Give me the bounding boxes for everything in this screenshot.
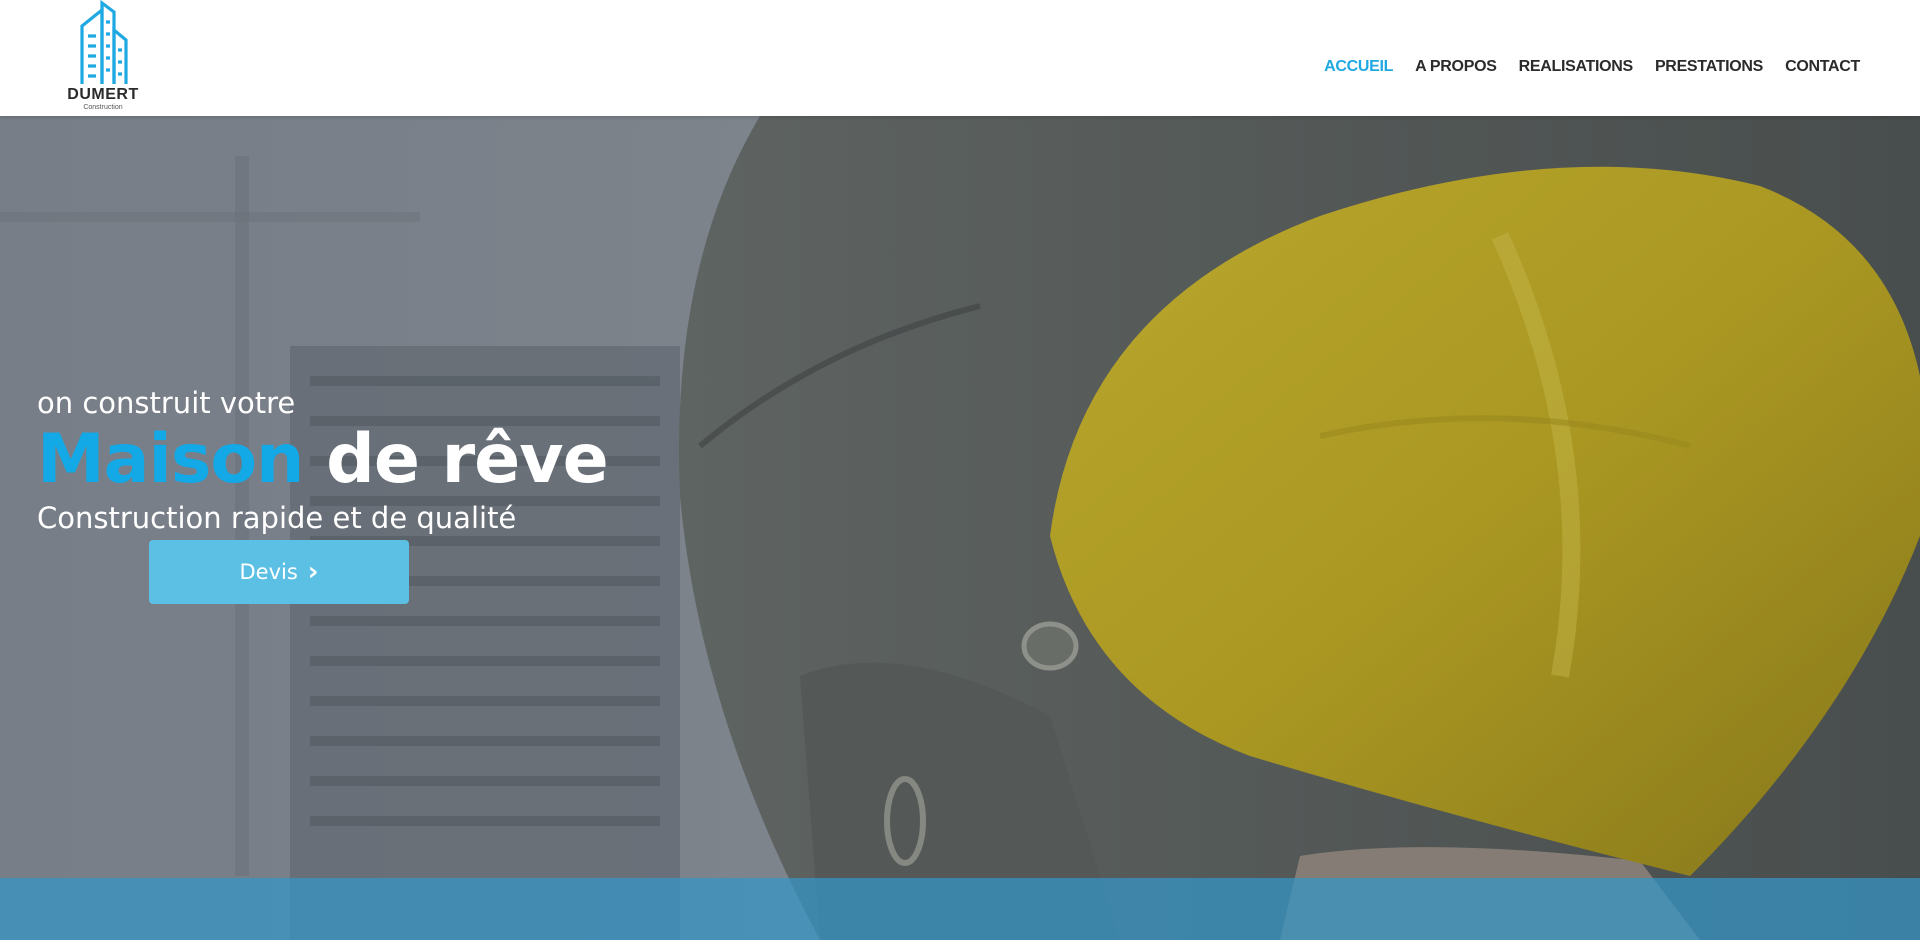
nav-item-prestations[interactable]: PRESTATIONS: [1655, 58, 1763, 76]
chevron-right-icon: ›: [307, 557, 319, 587]
hero-subtitle: Construction rapide et de qualité: [37, 501, 517, 535]
hero-bottom-band: [0, 878, 1920, 940]
hero-headline-rest: de rêve: [326, 420, 609, 499]
nav-item-a-propos[interactable]: A PROPOS: [1415, 58, 1497, 76]
brand-logo[interactable]: DUMERT Construction: [62, 0, 144, 116]
main-nav: ACCUEIL A PROPOS REALISATIONS PRESTATION…: [1324, 58, 1860, 76]
hero-headline-accent: Maison: [37, 420, 304, 499]
devis-button[interactable]: Devis ›: [149, 540, 409, 604]
hero-headline: Maison de rêve: [37, 420, 609, 499]
nav-item-contact[interactable]: CONTACT: [1785, 58, 1860, 76]
nav-item-realisations[interactable]: REALISATIONS: [1519, 58, 1634, 76]
nav-item-accueil[interactable]: ACCUEIL: [1324, 58, 1393, 76]
devis-button-label: Devis: [239, 560, 298, 584]
hero-kicker: on construit votre: [37, 386, 296, 420]
brand-name: DUMERT: [67, 86, 139, 103]
building-icon: [80, 0, 128, 84]
site-header: DUMERT Construction ACCUEIL A PROPOS REA…: [0, 0, 1920, 116]
hero-section: on construit votre Maison de rêve Constr…: [0, 116, 1920, 940]
brand-subtitle: Construction: [83, 104, 123, 111]
